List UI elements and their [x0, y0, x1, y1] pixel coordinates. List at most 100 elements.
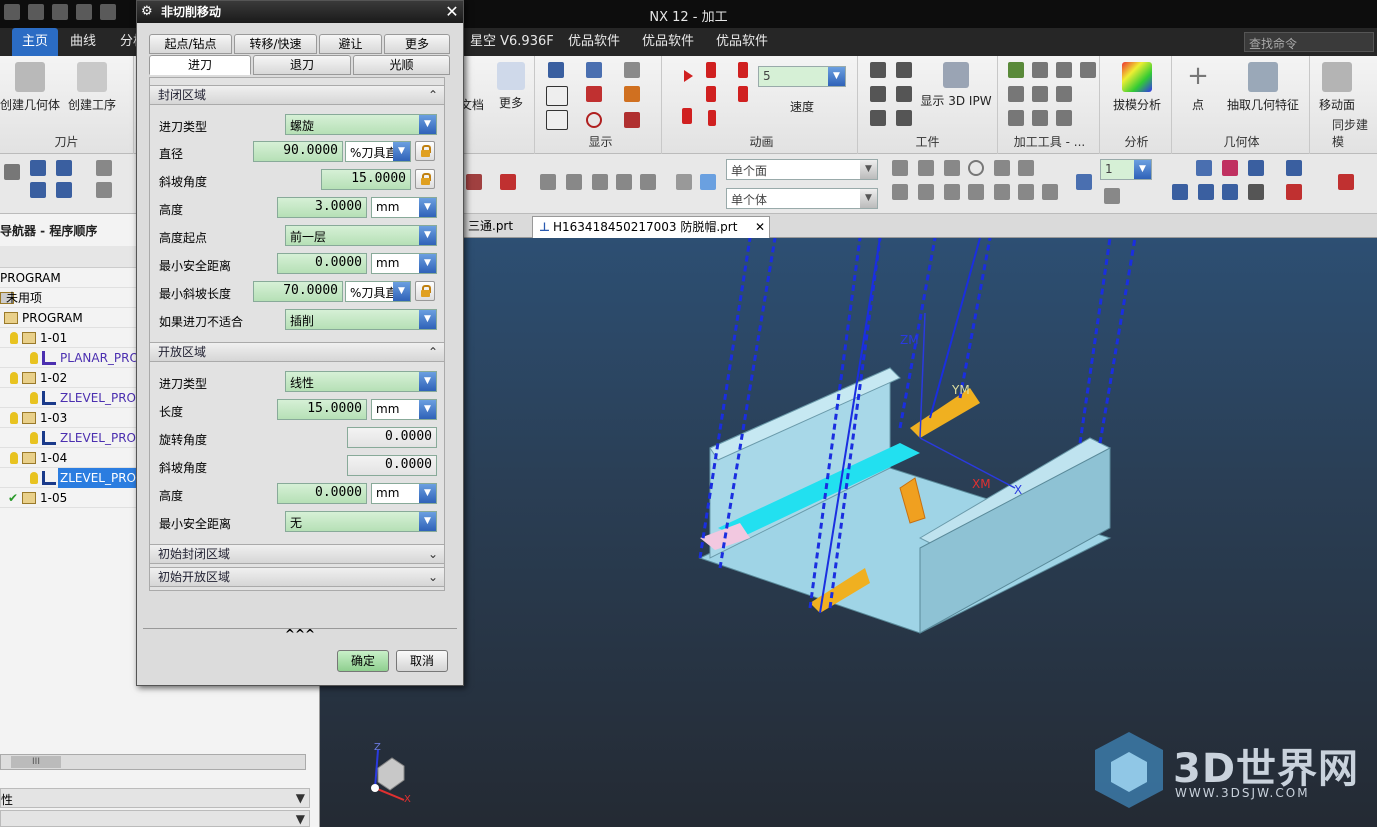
tab-retract[interactable]: 退刀 [253, 55, 351, 75]
lock-icon[interactable] [415, 141, 435, 161]
target-icon[interactable] [586, 112, 602, 128]
close-icon[interactable]: ✕ [755, 217, 765, 237]
lock-icon[interactable] [415, 169, 435, 189]
face-filter-select[interactable]: 单个面 ▼ [726, 159, 878, 180]
height-input[interactable]: 3.0000 [277, 197, 367, 218]
select-icon-4[interactable] [566, 174, 582, 190]
workpiece-icon-3[interactable] [870, 110, 886, 126]
command-search-input[interactable]: 查找命令 [1244, 32, 1374, 52]
tool-icon-2[interactable] [1032, 62, 1048, 78]
view-icon-2[interactable] [1222, 160, 1238, 176]
open-engage-type-select[interactable]: 线性 ▼ [285, 371, 437, 392]
snap-icon-1[interactable] [96, 160, 112, 176]
horizontal-scrollbar[interactable]: III [0, 754, 306, 770]
filter-icon-3[interactable] [30, 182, 46, 198]
min-ramp-length-input[interactable]: 70.0000 [253, 281, 343, 302]
tool-icon-7[interactable] [1056, 86, 1072, 102]
tab-avoidance[interactable]: 避让 [319, 34, 382, 54]
tool-icon-10[interactable] [1056, 110, 1072, 126]
expand-dialog-button[interactable]: ^^^ [143, 628, 457, 640]
vector-icon[interactable] [624, 112, 640, 128]
diameter-input[interactable]: 90.0000 [253, 141, 343, 162]
filter-icon-1[interactable] [30, 160, 46, 176]
create-geometry-button[interactable]: 创建几何体 [0, 62, 60, 113]
step-forward-icon[interactable] [738, 62, 748, 78]
open-min-clearance-select[interactable]: 无 ▼ [285, 511, 437, 532]
display-icon-2[interactable] [586, 62, 602, 78]
snap-icon-2[interactable] [96, 182, 112, 198]
point-button[interactable]: + 点 [1180, 62, 1216, 113]
layer-icon[interactable] [1076, 174, 1092, 190]
tab-youpin-1[interactable]: 优品软件 [568, 28, 620, 56]
display-icon-1[interactable] [548, 62, 564, 78]
tab-youpin-3[interactable]: 优品软件 [716, 28, 768, 56]
snap-end-icon[interactable] [892, 160, 908, 176]
body-filter-select[interactable]: 单个体 ▼ [726, 188, 878, 209]
wcs-icon[interactable] [1338, 174, 1354, 190]
closed-area-header[interactable]: 封闭区域 ⌃ [149, 85, 445, 105]
tab-engage[interactable]: 进刀 [149, 55, 251, 75]
ramp-angle-input[interactable]: 15.0000 [321, 169, 411, 190]
workpiece-icon-5[interactable] [896, 86, 912, 102]
closed-engage-type-select[interactable]: 螺旋 ▼ [285, 114, 437, 135]
pause-icon[interactable] [682, 108, 692, 124]
min-clearance-unit-select[interactable]: mm ▼ [371, 253, 437, 274]
select-icon-5[interactable] [592, 174, 608, 190]
view-icon-6[interactable] [1222, 184, 1238, 200]
length-input[interactable]: 15.0000 [277, 399, 367, 420]
height-from-select[interactable]: 前一层 ▼ [285, 225, 437, 246]
initial-open-area-header[interactable]: 初始开放区域 ⌄ [149, 567, 445, 587]
toolpath-icon-1[interactable] [546, 86, 568, 106]
snap-icon-f[interactable] [1018, 184, 1034, 200]
open-height-input[interactable]: 0.0000 [277, 483, 367, 504]
view-icon-5[interactable] [1172, 184, 1188, 200]
select-icon-2[interactable] [500, 174, 516, 190]
view-icon-8[interactable] [1286, 184, 1302, 200]
snap-point-icon[interactable] [994, 160, 1010, 176]
tab-xingkong[interactable]: 星空 V6.936F [470, 28, 554, 56]
layer-select[interactable]: 1 ▼ [1100, 159, 1152, 180]
speed-select[interactable]: 5 ▼ [758, 66, 846, 87]
view-icon-7[interactable] [1248, 184, 1264, 200]
open-area-header[interactable]: 开放区域 ⌃ [149, 342, 445, 362]
create-operation-button[interactable]: 创建工序 [64, 62, 120, 113]
select-icon-1[interactable] [466, 174, 482, 190]
snap-icon-e[interactable] [994, 184, 1010, 200]
draft-analysis-button[interactable]: 拔模分析 [1104, 62, 1170, 113]
view-icon-4[interactable] [1286, 160, 1302, 176]
stop-icon[interactable] [708, 110, 716, 126]
properties-panel-header[interactable]: 性 ▼ [0, 788, 310, 808]
tab-more[interactable]: 更多 [384, 34, 450, 54]
select-icon-7[interactable] [640, 174, 656, 190]
more-button[interactable]: 更多 [493, 62, 529, 111]
menu-icon[interactable] [4, 164, 20, 180]
gear-icon[interactable]: ⚙ [141, 4, 156, 19]
height-unit-select[interactable]: mm ▼ [371, 197, 437, 218]
cube-icon[interactable] [700, 174, 716, 190]
open-height-unit-select[interactable]: mm ▼ [371, 483, 437, 504]
play-icon[interactable] [684, 70, 693, 82]
open-ramp-angle-input[interactable]: 0.0000 [347, 455, 437, 476]
lock-icon[interactable] [415, 281, 435, 301]
tool-icon-9[interactable] [1032, 110, 1048, 126]
snap-icon-c[interactable] [944, 184, 960, 200]
path-curve-icon[interactable] [586, 86, 602, 102]
snap-curve-icon[interactable] [944, 160, 960, 176]
layer-settings-icon[interactable] [1104, 188, 1120, 204]
tool-icon-4[interactable] [1080, 62, 1096, 78]
chevron-down-icon[interactable]: ▼ [296, 791, 305, 805]
initial-closed-area-header[interactable]: 初始封闭区域 ⌄ [149, 544, 445, 564]
close-icon[interactable]: ✕ [443, 3, 461, 21]
ok-button[interactable]: 确定 [337, 650, 389, 672]
step-back-icon[interactable] [706, 62, 716, 78]
workpiece-icon-4[interactable] [896, 62, 912, 78]
snap-mid-icon[interactable] [918, 160, 934, 176]
display-icon-3[interactable] [624, 62, 640, 78]
tab-youpin-2[interactable]: 优品软件 [642, 28, 694, 56]
refresh-icon[interactable] [1198, 184, 1214, 200]
tool-icon-6[interactable] [1032, 86, 1048, 102]
extract-geometry-button[interactable]: 抽取几何特征 [1220, 62, 1306, 113]
check-icon-1[interactable] [1008, 62, 1024, 78]
snap-face-icon[interactable] [1018, 160, 1034, 176]
snap-icon-a[interactable] [892, 184, 908, 200]
